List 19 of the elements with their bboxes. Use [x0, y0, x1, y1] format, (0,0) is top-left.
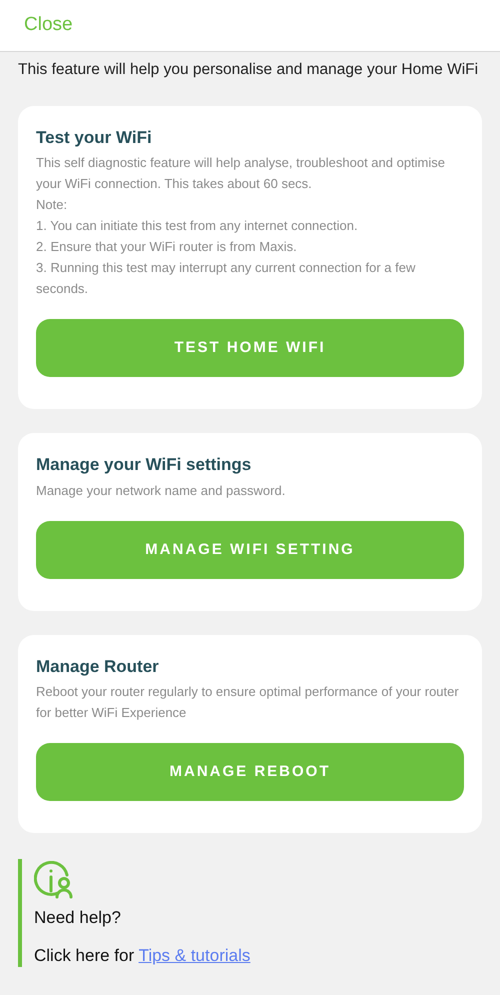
card-title: Manage your WiFi settings — [36, 455, 252, 476]
card-description: 3. Running this test may interrupt any current connection for a few seconds. — [36, 259, 416, 298]
close-button[interactable]: Close — [24, 13, 73, 38]
tips-link[interactable]: Tips & tutorials — [138, 946, 250, 966]
card-description: 1. You can initiate this test from any internet connection. — [36, 217, 359, 236]
action-button[interactable]: MANAGE REBOOT — [36, 743, 464, 802]
card-title: Manage Router — [36, 656, 160, 678]
card-description: Manage your network name and password. — [36, 482, 286, 500]
card-description: Reboot your router regularly to ensure optimal performance of your router for better WiFi Experience — [36, 683, 460, 722]
info-person-icon — [34, 861, 74, 900]
card-title: Test your WiFi — [36, 128, 153, 148]
card-description: Note: — [36, 196, 68, 214]
help-text: Click here for Tips & tutorials — [34, 945, 252, 968]
help-title: Need help? — [34, 907, 122, 930]
action-button[interactable]: MANAGE WIFI SETTING — [36, 520, 464, 579]
intro-text: This feature will help you personalise and manage your Home WiFi — [17, 60, 480, 80]
card-description: 2. Ensure that your WiFi router is from Maxis. — [36, 238, 298, 256]
action-button[interactable]: TEST HOME WIFI — [36, 319, 464, 378]
card-description: This self diagnostic feature will help analyse, troubleshoot and optimise your WiFi connection. This takes about 60 secs. — [36, 154, 446, 194]
